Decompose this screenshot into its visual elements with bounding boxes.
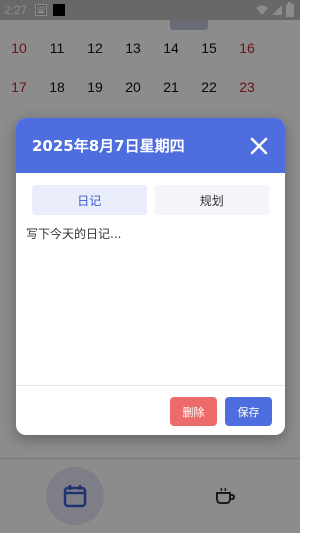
footer-divider [16,385,285,386]
dialog-tabs: 日记 规划 [16,173,285,215]
close-icon[interactable] [249,136,269,156]
dialog-actions: 删除 保存 [170,397,272,426]
tab-plan[interactable]: 规划 [154,185,269,215]
diary-dialog: 2025年8月7日星期四 日记 规划 删除 保存 [16,118,285,435]
delete-button[interactable]: 删除 [170,397,217,426]
dialog-title: 2025年8月7日星期四 [32,137,185,155]
tab-diary[interactable]: 日记 [32,185,147,215]
diary-input[interactable] [24,223,277,373]
dialog-header: 2025年8月7日星期四 [16,118,285,173]
app-screen: 2:27 10 11 12 13 14 15 16 17 18 19 20 21… [0,0,300,533]
save-button[interactable]: 保存 [225,397,272,426]
